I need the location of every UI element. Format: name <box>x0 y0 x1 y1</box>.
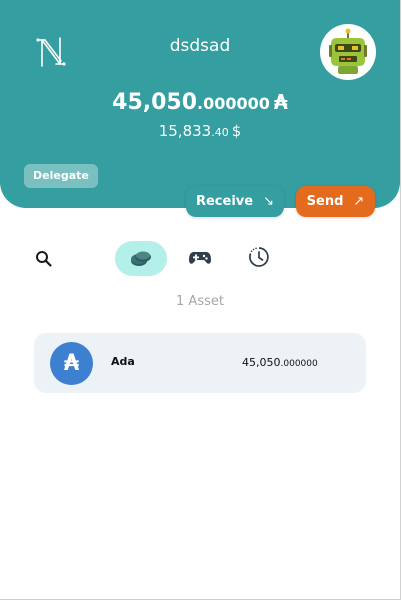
wallet-header: dsdsad 45,050.000000 ₳ 15,833.40 $ Deleg… <box>0 0 400 208</box>
coins-icon <box>131 251 151 266</box>
usd-balance-decimal: .40 <box>211 126 229 139</box>
tab-history[interactable] <box>248 246 270 268</box>
robot-avatar-icon <box>329 28 367 74</box>
asset-name: Ada <box>111 355 135 368</box>
ada-token-icon: ₳ <box>50 342 93 385</box>
gamepad-icon <box>189 252 211 264</box>
history-clock-icon <box>249 247 269 267</box>
asset-row-ada[interactable]: ₳ Ada 45,050.000000 <box>34 333 366 393</box>
receive-button[interactable]: Receive ↘ <box>186 186 284 217</box>
arrow-down-right-icon: ↘ <box>263 194 274 209</box>
delegate-button[interactable]: Delegate <box>24 164 98 188</box>
asset-count: 1 Asset <box>176 294 224 309</box>
tab-collectibles[interactable] <box>188 249 212 267</box>
usd-balance: 15,833.40 $ <box>0 121 400 140</box>
account-avatar[interactable] <box>320 24 376 80</box>
arrow-up-right-icon: ↗ <box>353 194 365 209</box>
ada-balance-decimal: .000000 <box>197 94 270 113</box>
send-button[interactable]: Send ↗ <box>296 186 375 217</box>
receive-button-label: Receive <box>195 194 254 209</box>
ada-symbol: ₳ <box>273 90 288 114</box>
ada-balance: 45,050.000000 ₳ <box>0 90 400 115</box>
asset-amount-integer: 45,050 <box>242 356 281 369</box>
wallet-popup: dsdsad 45,050.000000 ₳ 15,833.40 $ Deleg… <box>0 0 401 600</box>
tab-assets[interactable] <box>115 241 167 276</box>
search-icon[interactable] <box>35 250 53 268</box>
asset-amount: 45,050.000000 <box>242 356 318 369</box>
usd-balance-integer: 15,833 <box>158 122 212 140</box>
send-button-label: Send <box>306 194 344 209</box>
asset-amount-decimal: .000000 <box>280 359 318 369</box>
ada-balance-integer: 45,050 <box>112 90 198 115</box>
usd-symbol: $ <box>231 122 242 140</box>
